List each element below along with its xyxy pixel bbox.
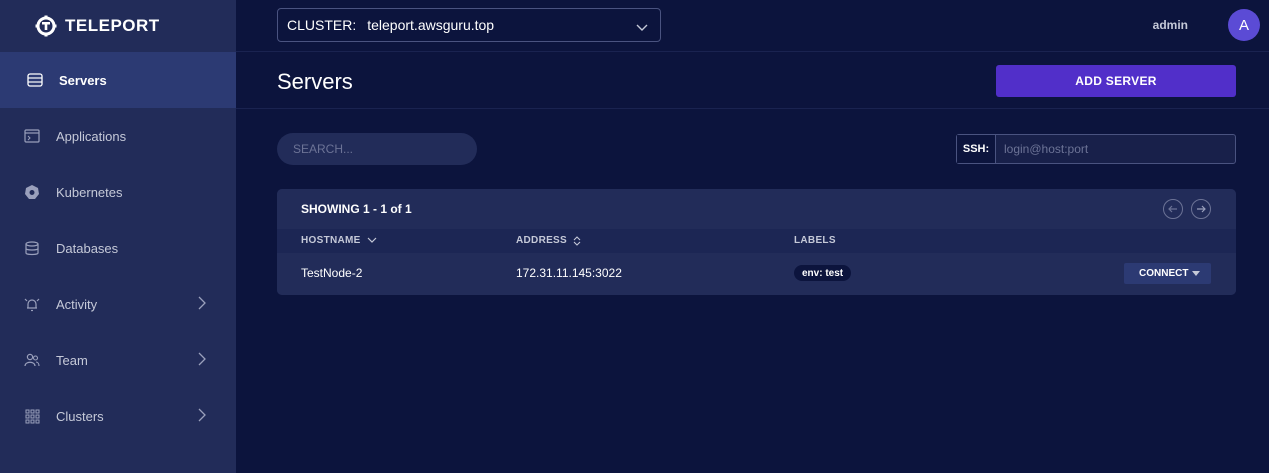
teleport-logo[interactable]: TELEPORT bbox=[0, 0, 236, 52]
sidebar-item-team[interactable]: Team bbox=[0, 332, 236, 388]
sidebar-item-databases[interactable]: Databases bbox=[0, 220, 236, 276]
sidebar-item-label: Clusters bbox=[56, 408, 104, 424]
sidebar-item-activity[interactable]: Activity bbox=[0, 276, 236, 332]
prev-page-button[interactable] bbox=[1163, 199, 1183, 219]
users-icon bbox=[23, 351, 41, 369]
cluster-select[interactable]: CLUSTER: teleport.awsguru.top bbox=[277, 8, 661, 42]
header-divider bbox=[236, 108, 1269, 109]
column-header-labels: LABELS bbox=[794, 235, 836, 246]
search-input[interactable] bbox=[277, 133, 477, 165]
servers-table: SHOWING 1 - 1 of 1 HOSTNAME ADDRESS LABE… bbox=[277, 189, 1236, 295]
caret-down-icon bbox=[1192, 271, 1200, 276]
sidebar-item-label: Activity bbox=[56, 296, 98, 312]
app-window-icon bbox=[23, 127, 41, 145]
chevron-right-icon bbox=[198, 352, 206, 369]
sidebar-item-applications[interactable]: Applications bbox=[0, 108, 236, 164]
sidebar-item-clusters[interactable]: Clusters bbox=[0, 388, 236, 444]
connect-button[interactable]: CONNECT bbox=[1124, 263, 1211, 284]
column-label: ADDRESS bbox=[516, 235, 567, 246]
column-label: HOSTNAME bbox=[301, 235, 361, 246]
arrow-right-icon bbox=[1197, 205, 1206, 213]
chevron-right-icon bbox=[198, 296, 206, 313]
connect-label: CONNECT bbox=[1139, 268, 1189, 279]
grid-icon bbox=[23, 407, 41, 425]
ssh-label: SSH: bbox=[957, 135, 996, 163]
table-header-bar: SHOWING 1 - 1 of 1 bbox=[277, 189, 1236, 229]
sidebar: TELEPORT Servers Applications Kubernetes… bbox=[0, 0, 236, 473]
ssh-login-field: SSH: bbox=[956, 134, 1236, 164]
sort-desc-icon bbox=[367, 237, 377, 243]
teleport-logo-icon bbox=[35, 15, 57, 37]
user-name[interactable]: admin bbox=[1153, 18, 1188, 32]
cluster-select-label: CLUSTER: bbox=[287, 17, 357, 33]
column-header-address[interactable]: ADDRESS bbox=[516, 235, 581, 246]
column-header-hostname[interactable]: HOSTNAME bbox=[301, 235, 377, 246]
brand-name: TELEPORT bbox=[65, 16, 160, 35]
page-title: Servers bbox=[277, 69, 353, 94]
address-cell: 172.31.11.145:3022 bbox=[516, 266, 622, 280]
showing-prefix: SHOWING bbox=[301, 202, 363, 216]
arrow-left-icon bbox=[1168, 205, 1177, 213]
sidebar-item-kubernetes[interactable]: Kubernetes bbox=[0, 164, 236, 220]
avatar[interactable]: A bbox=[1228, 9, 1260, 41]
showing-count: SHOWING 1 - 1 of 1 bbox=[301, 202, 412, 216]
database-icon bbox=[23, 239, 41, 257]
hostname-cell: TestNode-2 bbox=[301, 266, 363, 280]
sidebar-item-label: Servers bbox=[59, 72, 107, 88]
sidebar-item-label: Databases bbox=[56, 240, 119, 256]
showing-range: 1 - 1 of 1 bbox=[363, 202, 412, 216]
add-server-button[interactable]: ADD SERVER bbox=[996, 65, 1236, 97]
ssh-input[interactable] bbox=[996, 135, 1235, 163]
table-row: TestNode-2 172.31.11.145:3022 env: test … bbox=[277, 253, 1236, 295]
cluster-select-value: teleport.awsguru.top bbox=[367, 17, 495, 33]
chevron-down-icon bbox=[636, 19, 648, 35]
next-page-button[interactable] bbox=[1191, 199, 1211, 219]
sort-icon bbox=[573, 235, 581, 246]
column-label: LABELS bbox=[794, 235, 836, 246]
sidebar-item-servers[interactable]: Servers bbox=[0, 52, 236, 108]
sidebar-item-label: Team bbox=[56, 352, 88, 368]
kubernetes-icon bbox=[23, 183, 41, 201]
server-icon bbox=[26, 71, 44, 89]
sidebar-item-label: Applications bbox=[56, 128, 127, 144]
label-badge: env: test bbox=[794, 265, 852, 281]
chevron-right-icon bbox=[198, 408, 206, 425]
bell-icon bbox=[23, 295, 41, 313]
sidebar-item-label: Kubernetes bbox=[56, 184, 123, 200]
topbar: CLUSTER: teleport.awsguru.top admin A bbox=[236, 0, 1269, 52]
